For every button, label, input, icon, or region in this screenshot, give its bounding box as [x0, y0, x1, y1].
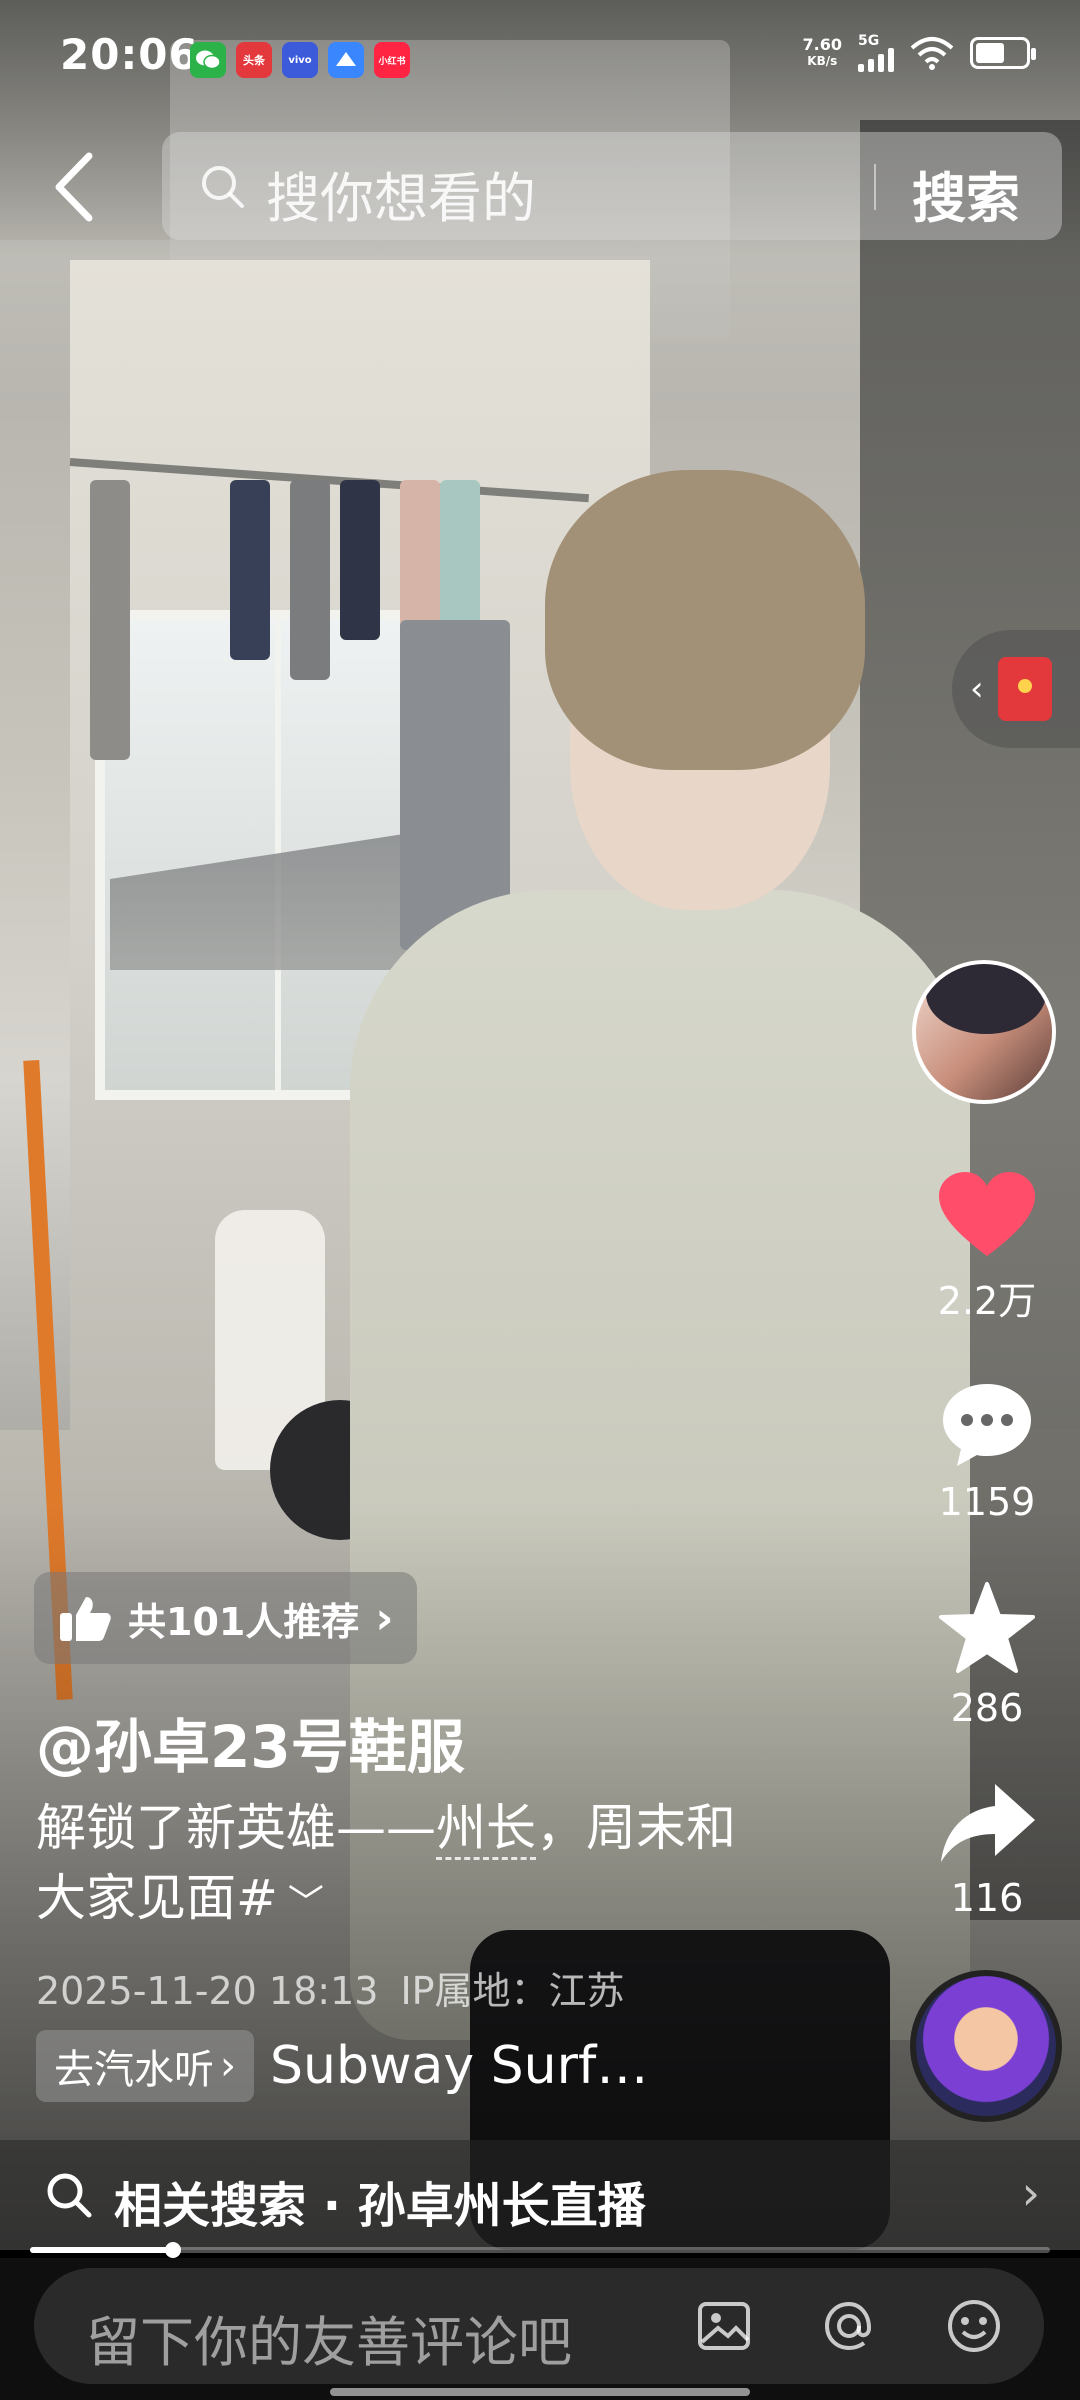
music-title[interactable]: Subway Surf…: [270, 2036, 648, 2096]
music-row: 去汽水听 › Subway Surf…: [36, 2030, 648, 2102]
hashtag-link[interactable]: 州长: [436, 1799, 536, 1860]
music-disc[interactable]: [910, 1970, 1062, 2122]
status-bar: 20:06 头条 vivo 小红书 7.60 KB/s 5G: [0, 0, 1080, 110]
related-search-bar[interactable]: 相关搜索 · 孙卓州长直播 ›: [0, 2140, 1080, 2250]
share-count: 116: [950, 1876, 1024, 1920]
listen-label: 去汽水听: [54, 2047, 214, 2093]
wifi-icon: [910, 37, 954, 70]
comment-count: 1159: [938, 1480, 1036, 1524]
search-bar[interactable]: 搜你想看的 搜索: [162, 132, 1062, 240]
heart-icon: [939, 1172, 1035, 1256]
recommend-pill[interactable]: 共101人推荐 ›: [34, 1572, 418, 1664]
progress-knob[interactable]: [164, 2242, 181, 2258]
mention-icon[interactable]: [819, 2296, 879, 2356]
favorite-button[interactable]: 286: [912, 1580, 1062, 1730]
progress-fill: [30, 2247, 173, 2253]
battery-icon: [970, 37, 1036, 69]
status-time: 20:06: [60, 30, 199, 79]
chevron-right-icon: ›: [375, 1592, 394, 1644]
favorite-count: 286: [950, 1686, 1024, 1730]
signal-cluster: 5G: [858, 34, 894, 72]
image-icon[interactable]: [694, 2296, 754, 2356]
status-right-cluster: 7.60 KB/s 5G: [802, 34, 1036, 72]
xiaohongshu-icon: 小红书: [374, 42, 410, 78]
search-input[interactable]: 搜你想看的: [266, 154, 536, 233]
star-icon: [939, 1582, 1035, 1673]
emoji-icon[interactable]: [944, 2296, 1004, 2356]
video-description[interactable]: 解锁了新英雄——州长，周末和大家见面# ﹀: [36, 1793, 776, 1939]
comment-icon: [943, 1384, 1031, 1466]
search-icon: [202, 166, 244, 208]
back-button[interactable]: [38, 142, 108, 232]
home-indicator: [330, 2388, 750, 2396]
network-speed: 7.60 KB/s: [802, 35, 842, 69]
listen-on-qishui-button[interactable]: 去汽水听 ›: [36, 2030, 254, 2102]
vivo-icon: vivo: [282, 42, 318, 78]
wechat-icon: [190, 42, 226, 78]
creator-avatar[interactable]: [912, 960, 1056, 1104]
share-button[interactable]: 116: [912, 1780, 1062, 1920]
network-type: 5G: [858, 33, 880, 49]
red-envelope-tab[interactable]: ‹: [952, 630, 1080, 748]
red-envelope-icon: [997, 657, 1052, 721]
toutiao-icon: 头条: [236, 42, 272, 78]
description-text: 解锁了新英雄——: [36, 1799, 436, 1857]
signal-icon: [858, 48, 894, 72]
search-button[interactable]: 搜索: [912, 154, 1020, 233]
expand-chevron-icon[interactable]: ﹀: [288, 1869, 324, 1939]
related-search-label: 相关搜索 · 孙卓州长直播: [114, 2178, 646, 2234]
video-progress-bar[interactable]: [30, 2242, 1050, 2258]
share-arrow-icon: [941, 1784, 1035, 1862]
author-name[interactable]: @孙卓23号鞋服: [36, 1700, 465, 1784]
video-clothes: [290, 480, 330, 680]
thumbs-up-icon: [60, 1597, 111, 1641]
comment-bar: 留下你的友善评论吧: [0, 2258, 1080, 2400]
comment-input[interactable]: 留下你的友善评论吧: [34, 2268, 1044, 2384]
post-meta: 2025-11-20 18:13 IP属地：江苏: [36, 1960, 625, 2015]
search-icon: [47, 2173, 92, 2218]
video-clothes: [230, 480, 270, 660]
chevron-right-icon: ›: [220, 2043, 236, 2089]
post-date: 2025-11-20 18:13: [36, 1969, 379, 2013]
status-app-icons: 头条 vivo 小红书: [190, 42, 410, 78]
chevron-right-icon: ›: [1021, 2166, 1040, 2220]
ip-location: IP属地：江苏: [400, 1969, 625, 2013]
comment-button[interactable]: 1159: [912, 1380, 1062, 1524]
recommend-label: 共101人推荐: [128, 1599, 360, 1644]
chevron-left-icon: [55, 152, 93, 222]
video-clothes: [90, 480, 130, 760]
like-count: 2.2万: [937, 1279, 1037, 1323]
video-feed-screen: 20:06 头条 vivo 小红书 7.60 KB/s 5G 搜你想看的 搜索 …: [0, 0, 1080, 2400]
blue-app-icon: [328, 42, 364, 78]
chevron-left-icon: ‹: [970, 669, 984, 709]
comment-placeholder: 留下你的友善评论吧: [86, 2311, 572, 2374]
search-divider: [874, 164, 876, 210]
like-button[interactable]: 2.2万: [912, 1170, 1062, 1325]
